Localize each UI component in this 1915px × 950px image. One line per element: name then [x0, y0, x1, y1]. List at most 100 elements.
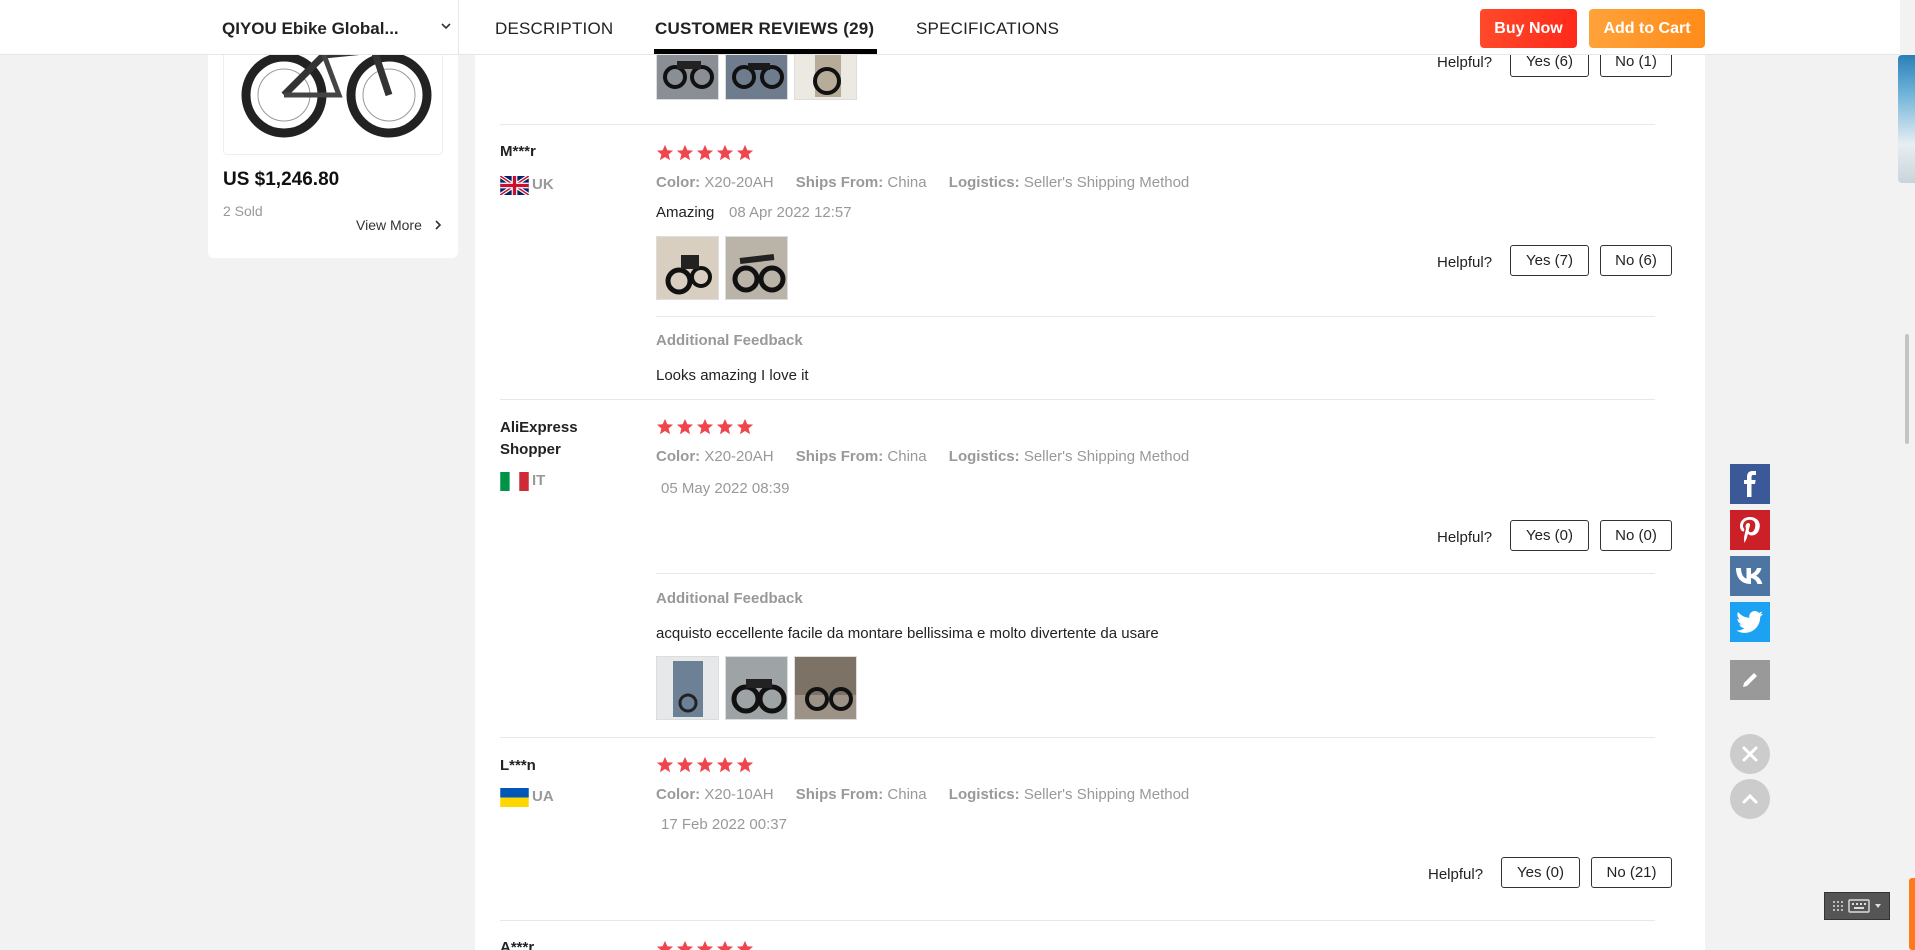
section-divider	[656, 573, 1655, 574]
pencil-icon	[1743, 673, 1757, 687]
color-value: X20-10AH	[704, 786, 774, 803]
divider	[458, 0, 459, 55]
star-rating	[656, 756, 754, 776]
facebook-icon	[1744, 471, 1756, 497]
tab-description[interactable]: DESCRIPTION	[495, 19, 613, 39]
tab-specifications[interactable]: SPECIFICATIONS	[916, 19, 1059, 39]
star-icon	[676, 418, 694, 435]
view-more-link[interactable]: View More	[356, 217, 422, 233]
chevron-down-icon[interactable]	[438, 18, 454, 34]
reviewer-name: L***n	[500, 757, 536, 774]
logistics-value: Seller's Shipping Method	[1023, 786, 1190, 803]
sticky-header: QIYOU Ebike Global... DESCRIPTION CUSTOM…	[0, 0, 1900, 55]
close-icon	[1742, 746, 1758, 762]
color-label: Color:	[656, 786, 701, 803]
additional-feedback-text: acquisto eccellente facile da montare be…	[656, 625, 1159, 642]
star-icon	[696, 418, 714, 435]
reviewer-name: A***r	[500, 939, 535, 950]
helpful-no-button[interactable]: No (6)	[1600, 245, 1672, 276]
ukraine-flag-icon	[500, 788, 529, 807]
star-icon	[696, 940, 714, 950]
additional-feedback-title: Additional Feedback	[656, 590, 803, 607]
review-photo[interactable]	[794, 656, 857, 720]
ships-from-label: Ships From:	[795, 786, 884, 803]
reviewer-name: M***r	[500, 143, 536, 160]
additional-feedback-title: Additional Feedback	[656, 332, 803, 349]
star-icon	[716, 418, 734, 435]
scrollbar-thumb[interactable]	[1905, 334, 1909, 444]
star-icon	[736, 144, 754, 161]
chevron-right-icon	[435, 220, 442, 230]
share-pinterest-button[interactable]	[1730, 510, 1770, 550]
caret-down-icon	[1875, 904, 1881, 908]
review-date: 17 Feb 2022 00:37	[661, 816, 787, 833]
side-banner-image[interactable]	[1898, 55, 1915, 183]
star-icon	[716, 756, 734, 773]
review-photo[interactable]	[725, 656, 788, 720]
helpful-no-button[interactable]: No (0)	[1600, 520, 1672, 551]
keyboard-widget[interactable]	[1824, 892, 1890, 920]
active-tab-indicator	[654, 49, 877, 54]
tab-customer-reviews[interactable]: CUSTOMER REVIEWS (29)	[655, 19, 874, 39]
store-name[interactable]: QIYOU Ebike Global...	[222, 19, 399, 39]
helpful-yes-button[interactable]: Yes (7)	[1510, 245, 1589, 276]
color-label: Color:	[656, 174, 701, 191]
buy-now-button[interactable]: Buy Now	[1480, 9, 1577, 48]
star-icon	[736, 940, 754, 950]
star-icon	[696, 144, 714, 161]
review-divider	[500, 399, 1655, 400]
ships-from-value: China	[887, 174, 927, 191]
logistics-value: Seller's Shipping Method	[1023, 174, 1190, 191]
logistics-value: Seller's Shipping Method	[1023, 448, 1190, 465]
reviewer-country: UK	[532, 176, 554, 193]
helpful-label: Helpful?	[1437, 529, 1493, 546]
share-vk-button[interactable]	[1730, 556, 1770, 596]
drag-handle-icon	[1833, 901, 1843, 911]
star-icon	[676, 144, 694, 161]
star-icon	[656, 144, 674, 161]
star-icon	[656, 756, 674, 773]
star-icon	[676, 756, 694, 773]
close-button[interactable]	[1730, 734, 1770, 774]
sold-count: 2 Sold	[223, 203, 263, 219]
helpful-no-button[interactable]: No (21)	[1591, 857, 1672, 888]
side-widget-tab[interactable]	[1909, 878, 1915, 950]
reviews-list: Helpful? Yes (6) No (1) M***r UK Color: …	[475, 0, 1705, 950]
review-photo[interactable]	[656, 236, 719, 300]
reviewer-country: UA	[532, 788, 554, 805]
logistics-label: Logistics:	[948, 448, 1020, 465]
review-photo[interactable]	[656, 656, 719, 720]
share-twitter-button[interactable]	[1730, 602, 1770, 642]
review-attributes: Color: X20-20AH Ships From: China Logist…	[656, 174, 1189, 191]
share-facebook-button[interactable]	[1730, 464, 1770, 504]
review-date: 05 May 2022 08:39	[661, 480, 790, 497]
review-date: 08 Apr 2022 12:57	[729, 204, 852, 221]
color-value: X20-20AH	[704, 174, 774, 191]
star-rating	[656, 418, 754, 438]
add-to-cart-button[interactable]: Add to Cart	[1589, 9, 1705, 48]
ships-from-value: China	[887, 786, 927, 803]
ships-from-label: Ships From:	[795, 448, 884, 465]
helpful-label: Helpful?	[1437, 254, 1493, 271]
review-divider	[500, 124, 1655, 125]
twitter-icon	[1736, 611, 1763, 633]
review-divider	[500, 737, 1655, 738]
vk-icon	[1736, 568, 1763, 584]
review-attributes: Color: X20-10AH Ships From: China Logist…	[656, 786, 1189, 803]
section-divider	[656, 316, 1655, 317]
review-photo[interactable]	[725, 236, 788, 300]
helpful-label: Helpful?	[1437, 54, 1493, 71]
star-icon	[716, 940, 734, 950]
chevron-up-icon	[1742, 793, 1758, 804]
star-icon	[736, 418, 754, 435]
reviewer-country: IT	[532, 472, 546, 489]
additional-feedback-text: Looks amazing I love it	[656, 367, 809, 384]
ships-from-label: Ships From:	[795, 174, 884, 191]
helpful-yes-button[interactable]: Yes (0)	[1501, 857, 1580, 888]
back-to-top-button[interactable]	[1730, 779, 1770, 819]
star-icon	[676, 940, 694, 950]
product-price: US $1,246.80	[223, 169, 340, 190]
helpful-yes-button[interactable]: Yes (0)	[1510, 520, 1589, 551]
reviewer-name: AliExpress Shopper	[500, 419, 578, 458]
edit-button[interactable]	[1730, 660, 1770, 700]
